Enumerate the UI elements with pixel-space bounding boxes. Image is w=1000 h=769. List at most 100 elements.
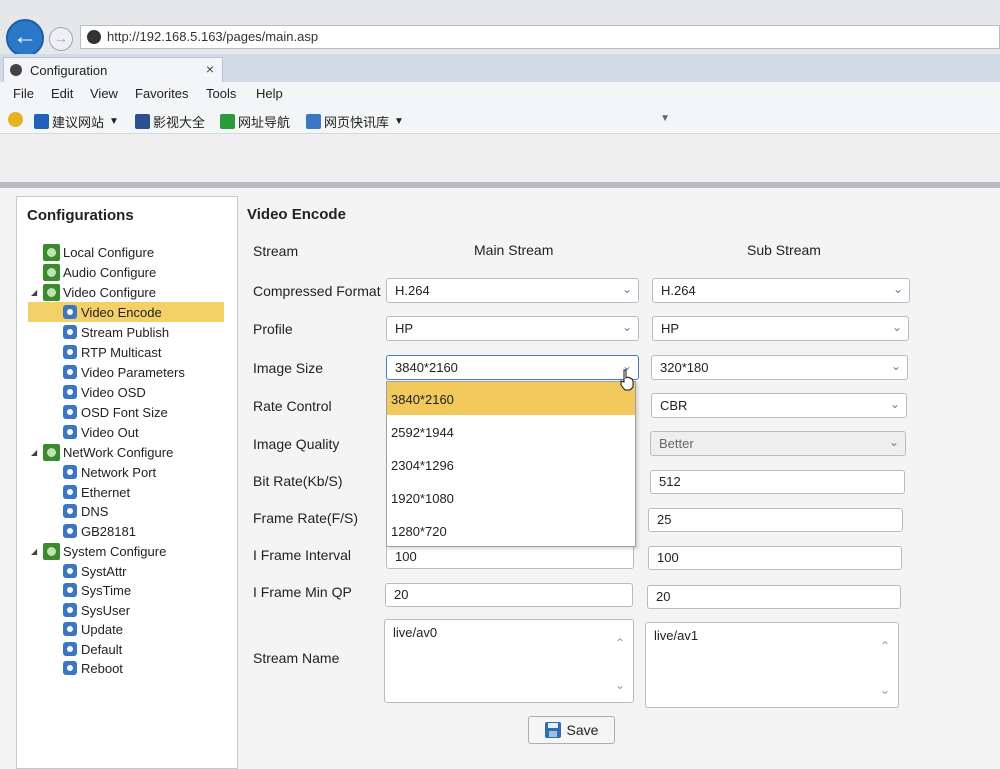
sidebar-item[interactable]: OSD Font Size bbox=[28, 402, 168, 422]
scroll-up-icon[interactable]: ⌃ bbox=[880, 639, 890, 653]
sidebar-item[interactable]: ◢ NetWork Configure bbox=[31, 442, 173, 462]
sidebar-item[interactable]: Default bbox=[28, 639, 122, 659]
back-arrow-icon[interactable]: ← bbox=[6, 19, 44, 57]
sidebar-item[interactable]: SysUser bbox=[28, 600, 130, 620]
sub-stream-name-textarea[interactable]: live/av1 ⌃ ⌄ bbox=[645, 622, 899, 708]
label-bit-rate: Bit Rate(Kb/S) bbox=[253, 473, 343, 489]
forward-arrow-icon[interactable]: → bbox=[49, 27, 73, 51]
navigation-icon bbox=[220, 114, 235, 129]
menu-edit[interactable]: Edit bbox=[51, 86, 73, 101]
main-i-frame-interval-input[interactable]: 100 bbox=[386, 545, 634, 569]
sidebar-item[interactable]: Video Parameters bbox=[28, 362, 185, 382]
save-button-label: Save bbox=[566, 722, 599, 738]
main-profile-select[interactable]: HP ⌄ bbox=[386, 316, 639, 341]
url-input[interactable]: http://192.168.5.163/pages/main.asp bbox=[80, 25, 1000, 49]
sidebar-item-label: Network Port bbox=[81, 464, 157, 480]
sidebar-item[interactable]: Local Configure bbox=[31, 242, 154, 262]
sidebar-item-label: NetWork Configure bbox=[63, 444, 174, 460]
folder-gear-icon bbox=[43, 443, 60, 461]
chevron-down-icon: ▼ bbox=[109, 116, 119, 127]
sidebar-item[interactable]: GB28181 bbox=[28, 521, 136, 541]
fav-item-suggested[interactable]: 建议网站 ▼ bbox=[34, 112, 119, 131]
dropdown-option[interactable]: 3840*2160 bbox=[387, 382, 635, 415]
hand-pointer-icon bbox=[620, 369, 634, 391]
sidebar-item[interactable]: ◢ System Configure bbox=[31, 541, 166, 561]
dropdown-option[interactable]: 2592*1944 bbox=[387, 415, 635, 448]
chevron-down-icon: ⌄ bbox=[892, 282, 903, 296]
sidebar-item[interactable]: Video Out bbox=[28, 422, 139, 442]
fav-item-video[interactable]: 影视大全 bbox=[135, 112, 205, 131]
menu-help[interactable]: Help bbox=[256, 86, 283, 101]
sub-profile-select[interactable]: HP ⌄ bbox=[652, 316, 909, 341]
tab-configuration[interactable]: Configuration × bbox=[3, 57, 223, 82]
dropdown-option[interactable]: 2304*1296 bbox=[387, 448, 635, 481]
gear-icon bbox=[63, 564, 77, 578]
more-chevron-icon[interactable]: ▼ bbox=[660, 113, 670, 124]
menu-tools[interactable]: Tools bbox=[206, 86, 236, 101]
video-icon bbox=[135, 114, 150, 129]
sidebar-item[interactable]: Video Encode bbox=[28, 302, 224, 322]
menu-view[interactable]: View bbox=[90, 86, 118, 101]
sidebar-item[interactable]: RTP Multicast bbox=[28, 342, 161, 362]
sidebar-item[interactable]: Audio Configure bbox=[31, 262, 156, 282]
menu-file[interactable]: File bbox=[13, 86, 34, 101]
folder-gear-icon bbox=[43, 243, 60, 261]
close-icon[interactable]: × bbox=[206, 61, 214, 77]
sub-frame-rate-input[interactable]: 25 bbox=[648, 508, 903, 532]
scroll-down-icon[interactable]: ⌄ bbox=[615, 678, 625, 692]
configurations-sidebar: Configurations Local Configure Audio Conf… bbox=[16, 196, 238, 769]
sidebar-item[interactable]: SysTime bbox=[28, 580, 131, 600]
option-label: 1920*1080 bbox=[391, 491, 454, 506]
gear-icon bbox=[63, 405, 77, 419]
main-compressed-format-select[interactable]: H.264 ⌄ bbox=[386, 278, 639, 303]
expand-triangle-icon[interactable]: ◢ bbox=[31, 547, 41, 556]
gear-icon bbox=[63, 661, 77, 675]
menu-favorites[interactable]: Favorites bbox=[135, 86, 188, 101]
label-image-size: Image Size bbox=[253, 360, 324, 376]
gear-icon bbox=[63, 642, 77, 656]
input-value: 512 bbox=[659, 474, 681, 489]
sidebar-item-label: Audio Configure bbox=[63, 264, 157, 280]
fav-label: 网页快讯库 bbox=[324, 115, 390, 130]
fav-label: 建议网站 bbox=[52, 115, 105, 130]
favorites-star-icon[interactable] bbox=[8, 112, 23, 127]
sidebar-item-label: GB28181 bbox=[81, 523, 136, 539]
expand-triangle-icon[interactable]: ◢ bbox=[31, 288, 41, 297]
main-i-frame-min-qp-input[interactable]: 20 bbox=[385, 583, 633, 607]
sidebar-item-label: Video Encode bbox=[81, 304, 162, 320]
sidebar-item-label: SystAttr bbox=[81, 563, 127, 579]
sidebar-item[interactable]: Network Port bbox=[28, 462, 156, 482]
sidebar-item[interactable]: SystAttr bbox=[28, 561, 127, 581]
main-stream-name-textarea[interactable]: live/av0 ⌃ ⌄ bbox=[384, 619, 634, 703]
dropdown-option[interactable]: 1280*720 bbox=[387, 514, 635, 547]
scroll-down-icon[interactable]: ⌄ bbox=[880, 683, 890, 697]
sidebar-item[interactable]: Update bbox=[28, 619, 123, 639]
main-stream-header: Main Stream bbox=[474, 242, 554, 258]
fav-item-news[interactable]: 网页快讯库 ▼ bbox=[306, 112, 404, 131]
dropdown-option[interactable]: 1920*1080 bbox=[387, 481, 635, 514]
sidebar-item[interactable]: Stream Publish bbox=[28, 322, 169, 342]
fav-item-nav[interactable]: 网址导航 bbox=[220, 112, 290, 131]
main-image-size-select[interactable]: 3840*2160 ⌄ bbox=[386, 355, 639, 380]
scroll-up-icon[interactable]: ⌃ bbox=[615, 636, 625, 650]
textarea-value: live/av1 bbox=[654, 628, 699, 643]
save-button[interactable]: Save bbox=[528, 716, 615, 744]
sub-compressed-format-select[interactable]: H.264 ⌄ bbox=[652, 278, 910, 303]
sidebar-item[interactable]: ◢ Video Configure bbox=[31, 282, 156, 302]
sidebar-item[interactable]: DNS bbox=[28, 501, 108, 521]
sub-i-frame-min-qp-input[interactable]: 20 bbox=[647, 585, 901, 609]
image-size-dropdown-list: 3840*2160 2592*1944 2304*1296 1920*1080 … bbox=[386, 381, 636, 547]
expand-triangle-icon[interactable]: ◢ bbox=[31, 448, 41, 457]
sub-image-size-select[interactable]: 320*180 ⌄ bbox=[651, 355, 908, 380]
gear-icon bbox=[63, 425, 77, 439]
sub-rate-control-select[interactable]: CBR ⌄ bbox=[651, 393, 907, 418]
sidebar-item[interactable]: Video OSD bbox=[28, 382, 146, 402]
sub-i-frame-interval-input[interactable]: 100 bbox=[648, 546, 902, 570]
sidebar-item-label: Video OSD bbox=[81, 384, 146, 400]
sidebar-item[interactable]: Ethernet bbox=[28, 482, 130, 502]
sub-bit-rate-input[interactable]: 512 bbox=[650, 470, 905, 494]
sidebar-item-label: Reboot bbox=[81, 660, 123, 676]
select-value: H.264 bbox=[395, 283, 430, 298]
sidebar-item[interactable]: Reboot bbox=[28, 658, 123, 678]
option-label: 2592*1944 bbox=[391, 425, 454, 440]
